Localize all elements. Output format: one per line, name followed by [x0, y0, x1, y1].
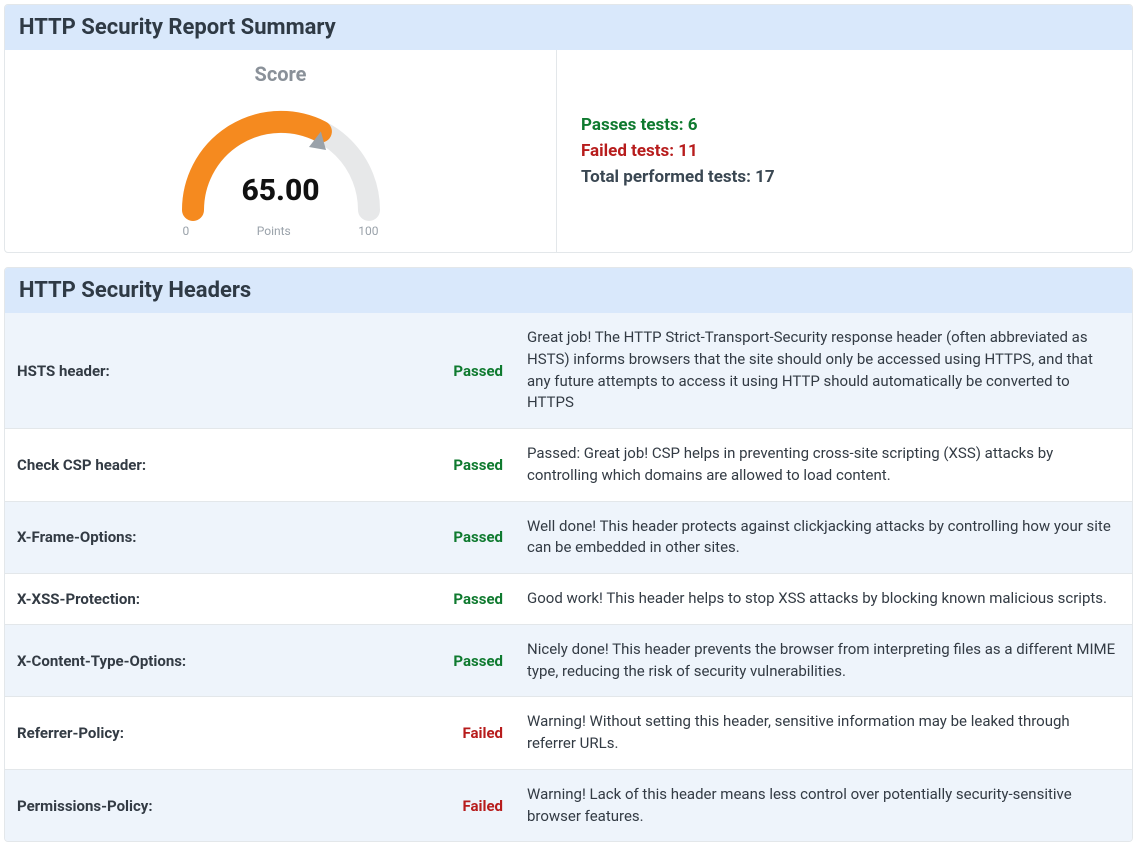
- header-status: Passed: [435, 313, 515, 429]
- header-description: Warning! Without setting this header, se…: [515, 697, 1132, 770]
- tests-summary: Passes tests: 6 Failed tests: 11 Total p…: [557, 50, 1132, 252]
- header-status: Passed: [435, 624, 515, 697]
- header-description: Great job! The HTTP Strict-Transport-Sec…: [515, 313, 1132, 429]
- total-tests: Total performed tests: 17: [581, 167, 1132, 187]
- headers-table: HSTS header:PassedGreat job! The HTTP St…: [5, 313, 1132, 841]
- header-status: Passed: [435, 429, 515, 502]
- score-value: 65.00: [169, 173, 393, 208]
- header-name: X-XSS-Protection:: [5, 574, 435, 625]
- score-gauge: 65.00: [169, 92, 393, 224]
- score-label: Score: [5, 62, 556, 86]
- header-description: Passed: Great job! CSP helps in preventi…: [515, 429, 1132, 502]
- gauge-labels: 0 Points 100: [169, 224, 393, 238]
- header-name: X-Frame-Options:: [5, 501, 435, 574]
- table-row: X-XSS-Protection:PassedGood work! This h…: [5, 574, 1132, 625]
- header-name: Permissions-Policy:: [5, 769, 435, 841]
- headers-title: HTTP Security Headers: [5, 268, 1132, 313]
- header-name: Referrer-Policy:: [5, 697, 435, 770]
- summary-title: HTTP Security Report Summary: [5, 5, 1132, 50]
- header-status: Passed: [435, 501, 515, 574]
- table-row: X-Frame-Options:PassedWell done! This he…: [5, 501, 1132, 574]
- passes-tests: Passes tests: 6: [581, 115, 1132, 135]
- header-description: Well done! This header protects against …: [515, 501, 1132, 574]
- header-status: Passed: [435, 574, 515, 625]
- summary-panel: HTTP Security Report Summary Score 65.00…: [4, 4, 1133, 253]
- header-description: Warning! Lack of this header means less …: [515, 769, 1132, 841]
- score-box: Score 65.00 0 Points 100: [5, 50, 557, 252]
- summary-body: Score 65.00 0 Points 100 Passes tests: 6: [5, 50, 1132, 252]
- header-description: Good work! This header helps to stop XSS…: [515, 574, 1132, 625]
- header-description: Nicely done! This header prevents the br…: [515, 624, 1132, 697]
- headers-panel: HTTP Security Headers HSTS header:Passed…: [4, 267, 1133, 842]
- header-name: HSTS header:: [5, 313, 435, 429]
- header-status: Failed: [435, 769, 515, 841]
- header-name: Check CSP header:: [5, 429, 435, 502]
- table-row: Referrer-Policy:FailedWarning! Without s…: [5, 697, 1132, 770]
- gauge-unit: Points: [189, 224, 358, 238]
- gauge-min: 0: [183, 224, 190, 238]
- header-status: Failed: [435, 697, 515, 770]
- failed-tests: Failed tests: 11: [581, 141, 1132, 161]
- table-row: X-Content-Type-Options:PassedNicely done…: [5, 624, 1132, 697]
- gauge-max: 100: [358, 224, 378, 238]
- table-row: Permissions-Policy:FailedWarning! Lack o…: [5, 769, 1132, 841]
- header-name: X-Content-Type-Options:: [5, 624, 435, 697]
- table-row: Check CSP header:PassedPassed: Great job…: [5, 429, 1132, 502]
- table-row: HSTS header:PassedGreat job! The HTTP St…: [5, 313, 1132, 429]
